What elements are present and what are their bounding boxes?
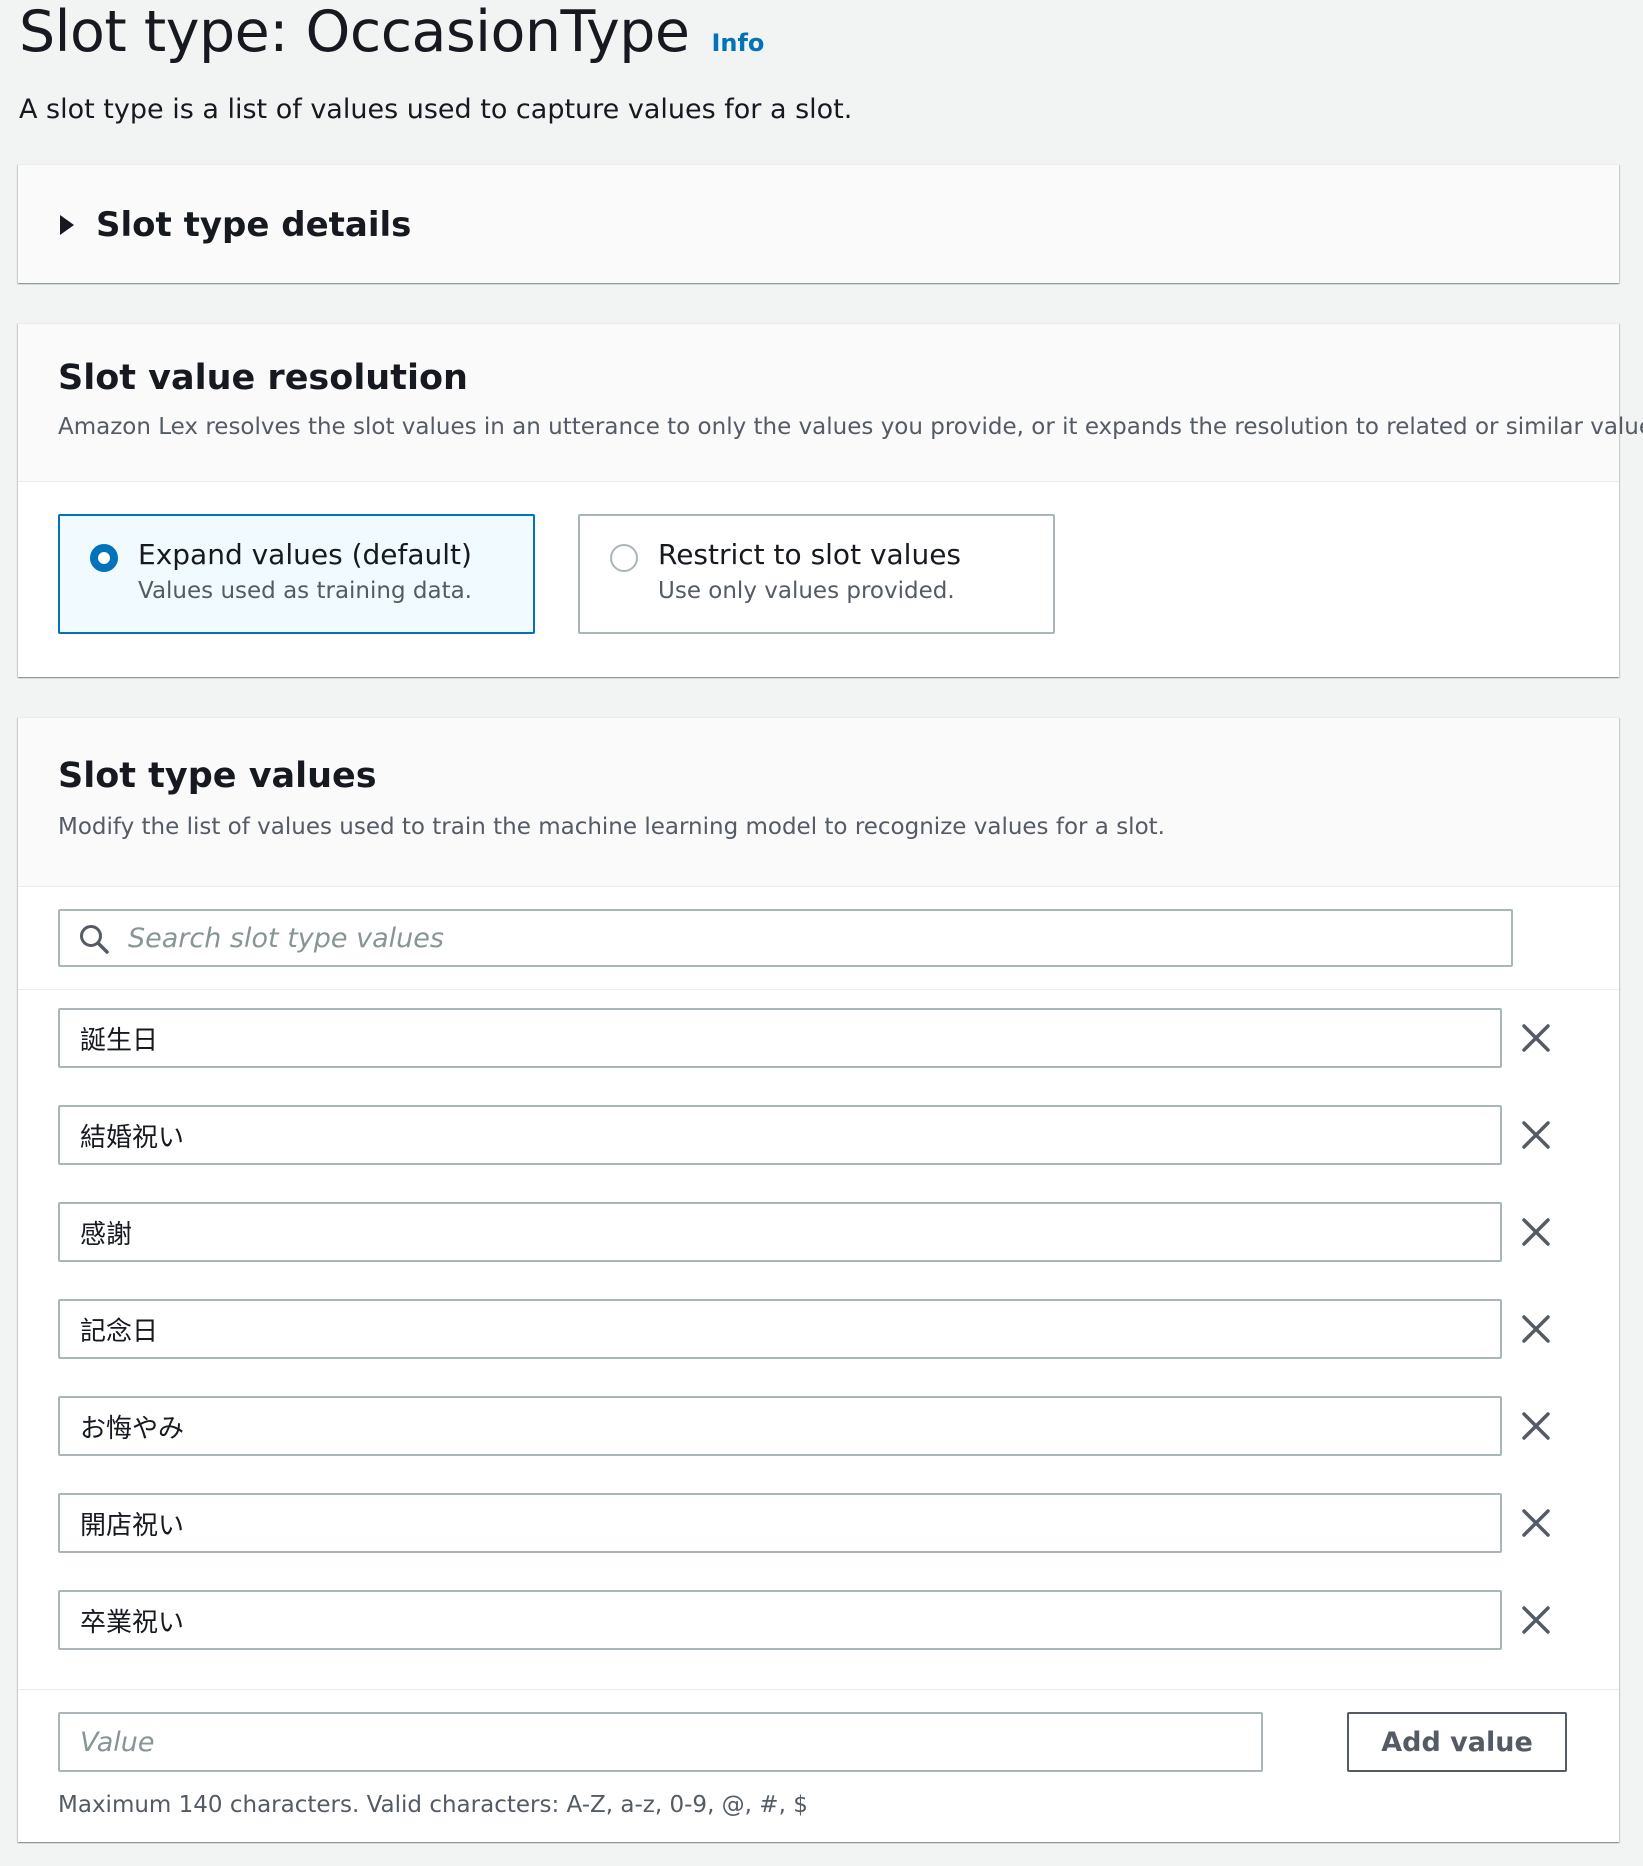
resolution-description: Amazon Lex resolves the slot values in a… (58, 414, 1643, 440)
restrict-values-label: Restrict to slot values (658, 538, 962, 571)
page-header: Slot type: OccasionType Info (19, 0, 764, 64)
expand-values-label: Expand values (default) (138, 538, 472, 571)
expand-values-option[interactable]: Expand values (default) Values used as t… (58, 514, 535, 634)
search-container (58, 909, 1513, 967)
add-value-button[interactable]: Add value (1347, 1712, 1567, 1772)
value-constraint-hint: Maximum 140 characters. Valid characters… (58, 1792, 808, 1818)
remove-value-button[interactable] (1516, 1503, 1556, 1543)
values-title: Slot type values (58, 756, 377, 796)
new-value-input[interactable] (58, 1712, 1263, 1772)
value-row (58, 1202, 1558, 1262)
close-icon (1522, 1315, 1550, 1343)
slot-type-details-label: Slot type details (96, 205, 412, 245)
value-input[interactable] (58, 1008, 1502, 1068)
slot-value-resolution-panel: Slot value resolution Amazon Lex resolve… (18, 323, 1643, 677)
close-icon (1522, 1606, 1550, 1634)
values-panel-header: Slot type values Modify the list of valu… (18, 718, 1619, 887)
slot-type-details-expander[interactable]: Slot type details (60, 205, 411, 245)
expand-values-radio[interactable] (90, 544, 118, 572)
close-icon (1522, 1218, 1550, 1246)
search-input[interactable] (58, 909, 1513, 967)
page-title-row: Slot type: OccasionType Info (19, 0, 764, 64)
restrict-values-option[interactable]: Restrict to slot values Use only values … (578, 514, 1055, 634)
value-row (58, 1396, 1558, 1456)
value-input[interactable] (58, 1202, 1502, 1262)
search-icon (80, 925, 109, 954)
divider (18, 1689, 1619, 1690)
value-row (58, 1299, 1558, 1359)
slot-type-details-panel: Slot type details (18, 164, 1619, 283)
remove-value-button[interactable] (1516, 1406, 1556, 1446)
close-icon (1522, 1509, 1550, 1537)
value-row (58, 1590, 1558, 1650)
value-row (58, 1493, 1558, 1553)
page-description: A slot type is a list of values used to … (19, 94, 853, 125)
caret-right-icon (60, 215, 74, 235)
value-row (58, 1105, 1558, 1165)
slot-type-values-panel: Slot type values Modify the list of valu… (18, 717, 1619, 1842)
value-input[interactable] (58, 1299, 1502, 1359)
close-icon (1522, 1412, 1550, 1440)
values-description: Modify the list of values used to train … (58, 814, 1165, 840)
close-icon (1522, 1121, 1550, 1149)
resolution-panel-header: Slot value resolution Amazon Lex resolve… (18, 324, 1643, 482)
page-title: Slot type: OccasionType (19, 0, 690, 65)
value-row (58, 1008, 1558, 1068)
value-input[interactable] (58, 1493, 1502, 1553)
remove-value-button[interactable] (1516, 1115, 1556, 1155)
remove-value-button[interactable] (1516, 1018, 1556, 1058)
value-input[interactable] (58, 1105, 1502, 1165)
value-input[interactable] (58, 1590, 1502, 1650)
remove-value-button[interactable] (1516, 1212, 1556, 1252)
remove-value-button[interactable] (1516, 1600, 1556, 1640)
restrict-values-description: Use only values provided. (658, 578, 955, 604)
expand-values-description: Values used as training data. (138, 578, 472, 604)
close-icon (1522, 1024, 1550, 1052)
value-input[interactable] (58, 1396, 1502, 1456)
divider (18, 989, 1619, 990)
remove-value-button[interactable] (1516, 1309, 1556, 1349)
restrict-values-radio[interactable] (610, 544, 638, 572)
info-link[interactable]: Info (711, 29, 764, 57)
resolution-title: Slot value resolution (58, 358, 468, 398)
